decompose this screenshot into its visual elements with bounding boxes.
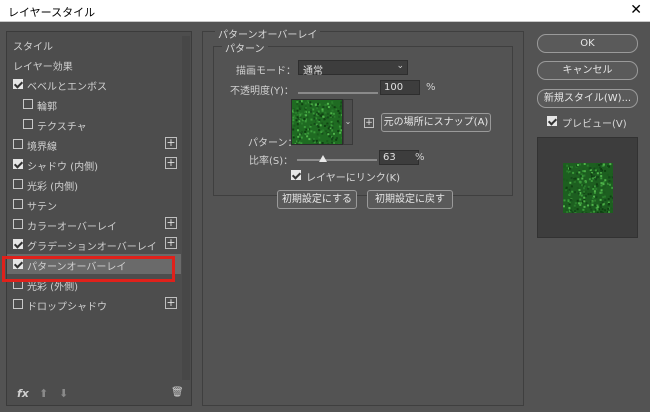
style-preview (537, 137, 638, 238)
effect-item[interactable]: 境界線 + (7, 134, 181, 154)
style-list-panel: スタイル レイヤー効果 ベベルとエンボス 輪郭 テクスチャ 境界線 + シャドウ (内側)… (6, 31, 192, 406)
link-with-layer-checkbox[interactable]: レイヤーにリンク(K) (291, 168, 401, 184)
effect-label: 輪郭 (37, 102, 57, 113)
effect-item[interactable]: カラーオーバーレイ + (7, 214, 181, 234)
trash-icon[interactable]: 🗑 (171, 387, 184, 398)
effect-label: 境界線 (27, 142, 57, 153)
new-preset-plus-icon[interactable]: + (364, 118, 374, 128)
effect-checkbox[interactable] (13, 79, 23, 89)
snap-to-origin-button[interactable]: 元の場所にスナップ(A) (381, 113, 491, 132)
effect-item[interactable]: ベベルとエンボス (7, 74, 181, 94)
scale-input[interactable]: 63 (379, 150, 419, 165)
grass-preview-icon (563, 163, 613, 213)
title-bar: レイヤースタイル ✕ (0, 0, 650, 22)
effect-label: グラデーションオーバーレイ (27, 242, 157, 253)
effect-item[interactable]: 光彩 (内側) (7, 174, 181, 194)
opacity-unit: % (426, 82, 436, 93)
preview-checkbox-box[interactable] (547, 116, 557, 126)
effect-checkbox[interactable] (13, 299, 23, 309)
grass-pattern-icon (292, 100, 342, 144)
effect-label: テクスチャ (37, 122, 87, 133)
effect-checkbox[interactable] (23, 119, 33, 129)
effect-item[interactable]: シャドウ (内側) + (7, 154, 181, 174)
make-default-button[interactable]: 初期設定にする (277, 190, 357, 209)
move-up-icon[interactable]: ⬆ (39, 387, 48, 400)
layer-effects-header[interactable]: レイヤー効果 (7, 54, 181, 74)
add-effect-plus-icon[interactable]: + (165, 237, 177, 249)
scale-unit: % (415, 152, 425, 163)
effect-label: サテン (27, 202, 57, 213)
scale-label: 比率(S)： (249, 156, 294, 167)
effect-checkbox[interactable] (13, 159, 23, 169)
effect-checkbox[interactable] (23, 99, 33, 109)
preview-label: プレビュー(V) (562, 119, 627, 130)
effect-toolbar: fx ⬆ ⬇ 🗑 (15, 387, 185, 403)
section-title: パターンオーバーレイ (215, 26, 321, 41)
blend-mode-select[interactable]: 通常 ⌄ (298, 60, 408, 77)
scale-slider-thumb[interactable] (319, 155, 328, 162)
chevron-down-icon: ⌄ (396, 61, 404, 71)
preview-tile (563, 163, 613, 213)
effect-label: ベベルとエンボス (27, 82, 107, 93)
effect-checkbox[interactable] (13, 139, 23, 149)
effect-checkbox[interactable] (13, 179, 23, 189)
group-title: パターン (222, 40, 268, 55)
pattern-swatch[interactable] (291, 99, 343, 145)
effect-label: 光彩 (内側) (27, 182, 78, 193)
effect-checkbox[interactable] (13, 239, 23, 249)
reset-to-default-button[interactable]: 初期設定に戻す (367, 190, 453, 209)
close-icon[interactable]: ✕ (630, 2, 642, 18)
cancel-button[interactable]: キャンセル (537, 61, 638, 80)
effect-item[interactable]: テクスチャ (7, 114, 181, 134)
pattern-picker-chevron-icon[interactable]: ⌄ (343, 99, 353, 145)
add-effect-plus-icon[interactable]: + (165, 217, 177, 229)
add-effect-plus-icon[interactable]: + (165, 137, 177, 149)
style-list-scrollbar[interactable] (182, 36, 190, 380)
link-with-layer-label: レイヤーにリンク(K) (306, 173, 401, 184)
effect-checkbox[interactable] (13, 199, 23, 209)
ok-button[interactable]: OK (537, 34, 638, 53)
effect-item[interactable]: 輪郭 (7, 94, 181, 114)
preview-checkbox[interactable]: プレビュー(V) (547, 114, 637, 130)
new-style-button[interactable]: 新規スタイル(W)... (537, 89, 638, 108)
styles-header-label: スタイル (13, 42, 53, 53)
add-effect-plus-icon[interactable]: + (165, 297, 177, 309)
opacity-slider-track[interactable] (298, 92, 378, 94)
effect-item[interactable]: グラデーションオーバーレイ + (7, 234, 181, 254)
dialog-title: レイヤースタイル (8, 6, 96, 19)
effect-checkbox[interactable] (13, 219, 23, 229)
pattern-overlay-panel: パターンオーバーレイ パターン 描画モード： 通常 ⌄ 不透明度(Y)： 100… (202, 26, 524, 406)
layer-effects-label: レイヤー効果 (13, 62, 73, 73)
add-effect-plus-icon[interactable]: + (165, 157, 177, 169)
move-down-icon[interactable]: ⬇ (59, 387, 68, 400)
scale-slider-track[interactable] (297, 159, 377, 161)
effect-label: カラーオーバーレイ (27, 222, 117, 233)
fx-icon[interactable]: fx (17, 387, 29, 400)
effect-item[interactable]: サテン (7, 194, 181, 214)
styles-header[interactable]: スタイル (7, 34, 181, 54)
effect-label: ドロップシャドウ (27, 302, 107, 313)
opacity-input[interactable]: 100 (380, 80, 420, 95)
effect-label: シャドウ (内側) (27, 162, 98, 173)
blend-mode-label: 描画モード： (236, 66, 296, 77)
effect-item[interactable]: ドロップシャドウ + (7, 294, 181, 314)
selected-effect-highlight (2, 256, 175, 282)
link-checkbox-box[interactable] (291, 170, 301, 180)
blend-mode-value: 通常 (303, 66, 323, 77)
opacity-label: 不透明度(Y)： (230, 86, 294, 97)
